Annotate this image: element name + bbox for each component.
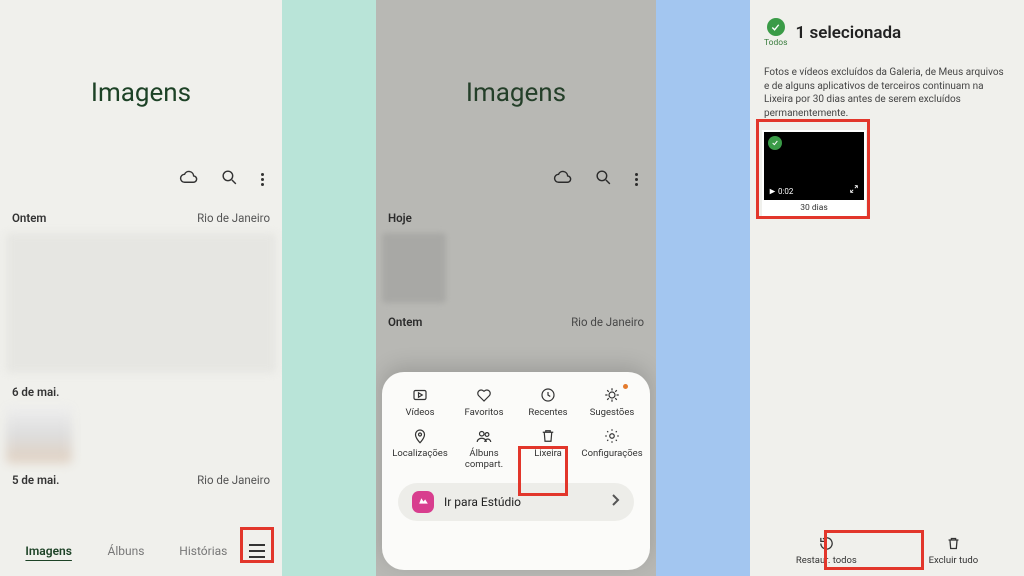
menu-label: Configurações (581, 449, 642, 460)
all-label: Todos (764, 38, 788, 48)
cloud-icon[interactable] (553, 168, 572, 191)
top-actions (376, 168, 656, 205)
selection-header: Todos 1 selecionada (750, 0, 1024, 60)
menu-label: Recentes (528, 408, 567, 419)
location-label: Rio de Janeiro (571, 315, 644, 329)
date-section: 6 de mai. (0, 379, 282, 405)
thumbnail-grid[interactable] (382, 233, 446, 303)
video-duration: 0:02 (769, 187, 793, 196)
top-actions (0, 168, 282, 205)
page-title: Imagens (376, 0, 656, 168)
date-label: Hoje (388, 211, 412, 225)
date-section: Hoje (376, 205, 656, 231)
bottom-nav: Imagens Álbuns Histórias (0, 536, 282, 566)
menu-label: Favoritos (464, 408, 503, 419)
spacer (282, 0, 376, 576)
expand-icon (849, 184, 859, 196)
date-label: Ontem (388, 315, 422, 329)
menu-label: Lixeira (534, 449, 562, 460)
selected-count: 1 selecionada (796, 23, 902, 43)
screen-gallery-menu: Imagens Hoje Ontem Rio de Janeiro Vídeos… (376, 0, 656, 576)
thumbnail-grid[interactable] (6, 407, 72, 463)
chevron-right-icon (610, 493, 620, 510)
spacer (656, 0, 750, 576)
restore-all-button[interactable]: Restaur. todos (796, 535, 857, 566)
tab-stories[interactable]: Histórias (165, 544, 242, 558)
location-label: Rio de Janeiro (197, 211, 270, 225)
studio-button[interactable]: Ir para Estúdio (398, 483, 634, 521)
page-title: Imagens (0, 0, 282, 168)
trash-item[interactable]: 0:02 30 dias (762, 130, 866, 217)
date-section: Ontem Rio de Janeiro (0, 205, 282, 231)
action-label: Restaur. todos (796, 555, 857, 566)
menu-suggestions[interactable]: Sugestões (580, 386, 644, 419)
search-icon[interactable] (220, 168, 239, 191)
studio-icon (412, 491, 434, 513)
date-section: Ontem Rio de Janeiro (376, 309, 656, 335)
menu-label: Álbuns compart. (452, 449, 516, 471)
screen-gallery-main: Imagens Ontem Rio de Janeiro 6 de mai. 5… (0, 0, 282, 576)
bottom-actions: Restaur. todos Excluir tudo (750, 531, 1024, 570)
date-label: Ontem (12, 211, 46, 225)
menu-label: Sugestões (590, 408, 635, 419)
menu-shared-albums[interactable]: Álbuns compart. (452, 427, 516, 471)
screen-trash-selected: Todos 1 selecionada Fotos e vídeos exclu… (750, 0, 1024, 576)
more-icon[interactable] (635, 173, 638, 186)
delete-all-button[interactable]: Excluir tudo (929, 535, 979, 566)
tab-images[interactable]: Imagens (10, 544, 87, 558)
menu-recent[interactable]: Recentes (516, 386, 580, 419)
tab-albums[interactable]: Álbuns (87, 544, 164, 558)
badge-dot (623, 384, 628, 389)
location-label: Rio de Janeiro (197, 473, 270, 487)
info-text: Fotos e vídeos excluídos da Galeria, de … (750, 60, 1024, 130)
date-label: 6 de mai. (12, 385, 59, 399)
menu-label: Localizações (392, 449, 448, 460)
menu-videos[interactable]: Vídeos (388, 386, 452, 419)
date-section: 5 de mai. Rio de Janeiro (0, 467, 282, 493)
check-icon (767, 18, 785, 36)
thumbnail-grid[interactable] (6, 233, 276, 373)
bottom-sheet: Vídeos Favoritos Recentes Sugestões Loca… (382, 372, 650, 570)
menu-favorites[interactable]: Favoritos (452, 386, 516, 419)
search-icon[interactable] (594, 168, 613, 191)
menu-locations[interactable]: Localizações (388, 427, 452, 471)
action-label: Excluir tudo (929, 555, 979, 566)
select-all-toggle[interactable]: Todos (764, 18, 788, 48)
studio-label: Ir para Estúdio (444, 495, 521, 509)
menu-label: Vídeos (405, 408, 434, 419)
menu-icon[interactable] (242, 536, 272, 566)
more-icon[interactable] (261, 173, 264, 186)
menu-trash[interactable]: Lixeira (516, 427, 580, 471)
cloud-icon[interactable] (179, 168, 198, 191)
check-icon (768, 136, 782, 150)
days-remaining: 30 dias (764, 200, 864, 215)
menu-settings[interactable]: Configurações (580, 427, 644, 471)
date-label: 5 de mai. (12, 473, 59, 487)
